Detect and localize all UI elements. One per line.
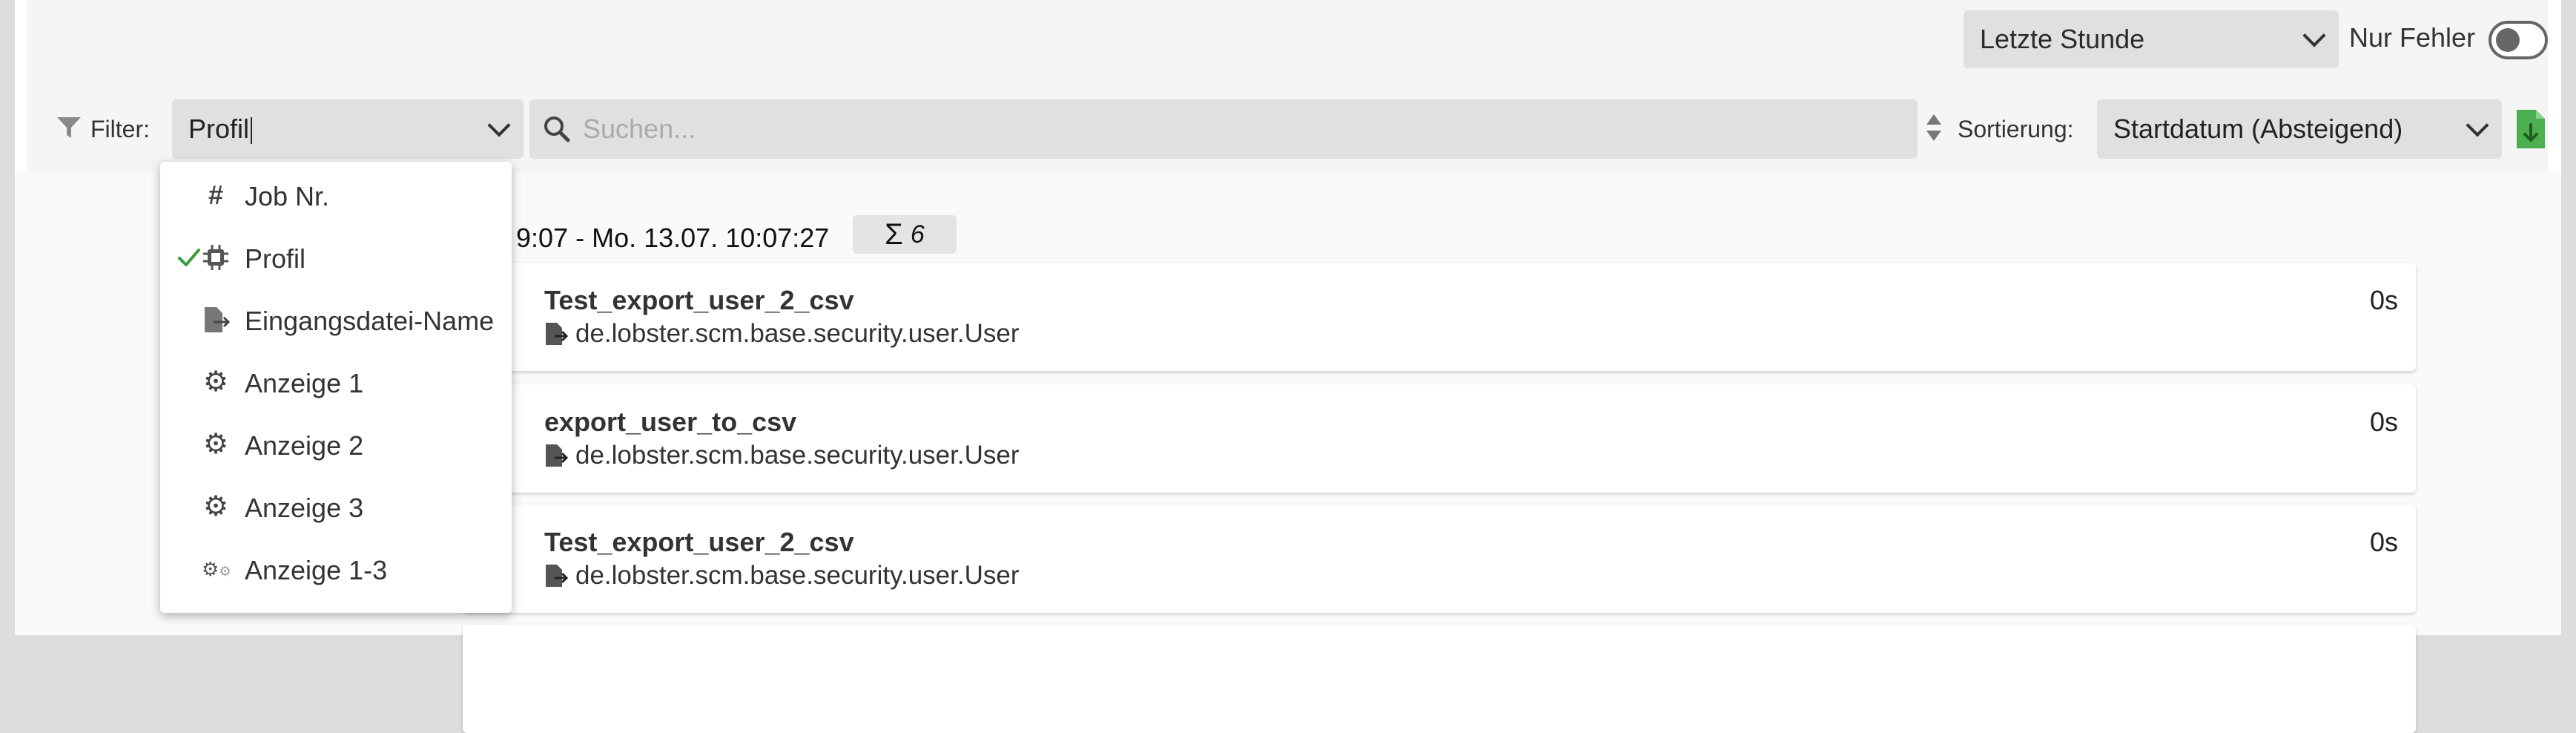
check-icon	[178, 249, 200, 266]
filter-option-label: Anzeige 2	[245, 430, 364, 461]
job-profile-name: de.lobster.scm.base.security.user.User	[575, 441, 1020, 470]
errors-only-toggle[interactable]	[2489, 21, 2548, 59]
sort-value: Startdatum (Absteigend)	[2113, 114, 2403, 144]
filter-option-label: Eingangsdatei-Name	[245, 306, 495, 336]
hash-icon: #	[208, 180, 224, 210]
sort-icon	[1926, 114, 1941, 141]
search-field[interactable]	[529, 99, 1918, 159]
job-title: Test_export_user_2_csv	[544, 527, 854, 557]
file-import-icon	[546, 565, 568, 587]
app-window: Letzte Stunde Nur Fehler Filter: Profil …	[15, 0, 2561, 733]
search-icon	[544, 116, 570, 142]
toggle-knob	[2496, 28, 2520, 52]
search-input[interactable]	[581, 113, 1904, 145]
filter-option-label: Anzeige 1	[245, 368, 364, 398]
sigma-icon: Σ	[885, 217, 903, 251]
job-profile-name: de.lobster.scm.base.security.user.User	[575, 561, 1020, 590]
file-import-icon	[205, 307, 230, 332]
job-duration: 0s	[2369, 527, 2398, 557]
filter-field-select[interactable]: Profil	[172, 99, 524, 159]
filter-field-value: Profil	[188, 114, 253, 145]
filter-icon	[57, 117, 81, 138]
toolbar: Letzte Stunde Nur Fehler Filter: Profil …	[27, 0, 2548, 172]
filter-option-anzeige-2[interactable]: ⚙ Anzeige 2	[160, 414, 512, 476]
sort-label: Sortierung:	[1958, 116, 2074, 142]
job-count: 6	[910, 220, 925, 249]
job-profile: de.lobster.scm.base.security.user.User	[544, 319, 1020, 349]
job-card[interactable]: Test_export_user_2_csv de.lobster.scm.ba…	[463, 504, 2416, 613]
count-badge: Σ 6	[853, 215, 957, 254]
cpu-chip-icon	[203, 245, 228, 270]
sort-select[interactable]: Startdatum (Absteigend)	[2097, 99, 2502, 159]
gears-icon: ⚙⚙	[202, 558, 231, 580]
filter-option-label: Job Nr.	[245, 181, 330, 211]
time-range-select[interactable]: Letzte Stunde	[1964, 10, 2339, 68]
job-profile: de.lobster.scm.base.security.user.User	[544, 561, 1020, 591]
job-profile: de.lobster.scm.base.security.user.User	[544, 441, 1020, 470]
chevron-down-icon	[487, 114, 511, 137]
chevron-down-icon	[2302, 24, 2326, 47]
gear-icon: ⚙	[202, 366, 229, 398]
filter-option-profil[interactable]: Profil	[160, 227, 512, 289]
filter-option-label: Anzeige 3	[245, 493, 364, 523]
job-card[interactable]	[463, 625, 2416, 733]
job-card[interactable]: Test_export_user_2_csv de.lobster.scm.ba…	[463, 263, 2416, 371]
job-profile-name: de.lobster.scm.base.security.user.User	[575, 319, 1020, 348]
job-title: export_user_to_csv	[544, 407, 797, 437]
time-range-value: Letzte Stunde	[1980, 24, 2145, 54]
chevron-down-icon	[2466, 114, 2489, 137]
filter-option-anzeige-1[interactable]: ⚙ Anzeige 1	[160, 352, 512, 414]
filter-field-dropdown: # Job Nr. Profil Eingangsdatei-Name ⚙ An…	[160, 162, 512, 613]
filter-option-label: Profil	[245, 243, 306, 274]
gear-icon: ⚙	[202, 429, 229, 460]
job-duration: 0s	[2369, 407, 2398, 437]
filter-option-job-nr[interactable]: # Job Nr.	[160, 165, 512, 227]
export-csv-icon[interactable]	[2514, 108, 2546, 150]
file-import-icon	[546, 323, 568, 345]
filter-label: Filter:	[90, 116, 150, 142]
job-title: Test_export_user_2_csv	[544, 285, 854, 315]
job-duration: 0s	[2369, 285, 2398, 315]
job-card[interactable]: export_user_to_csv de.lobster.scm.base.s…	[463, 384, 2416, 493]
file-import-icon	[546, 444, 568, 467]
filter-option-anzeige-3[interactable]: ⚙ Anzeige 3	[160, 476, 512, 539]
errors-only-label: Nur Fehler	[2349, 22, 2476, 53]
filter-option-label: Anzeige 1-3	[245, 555, 388, 585]
time-range-header: 7. 9:07 - Mo. 13.07. 10:07:27	[486, 223, 830, 253]
gear-icon: ⚙	[202, 491, 229, 522]
filter-option-eingangsdatei-name[interactable]: Eingangsdatei-Name	[160, 289, 512, 352]
filter-option-anzeige-1-3[interactable]: ⚙⚙ Anzeige 1-3	[160, 539, 512, 601]
